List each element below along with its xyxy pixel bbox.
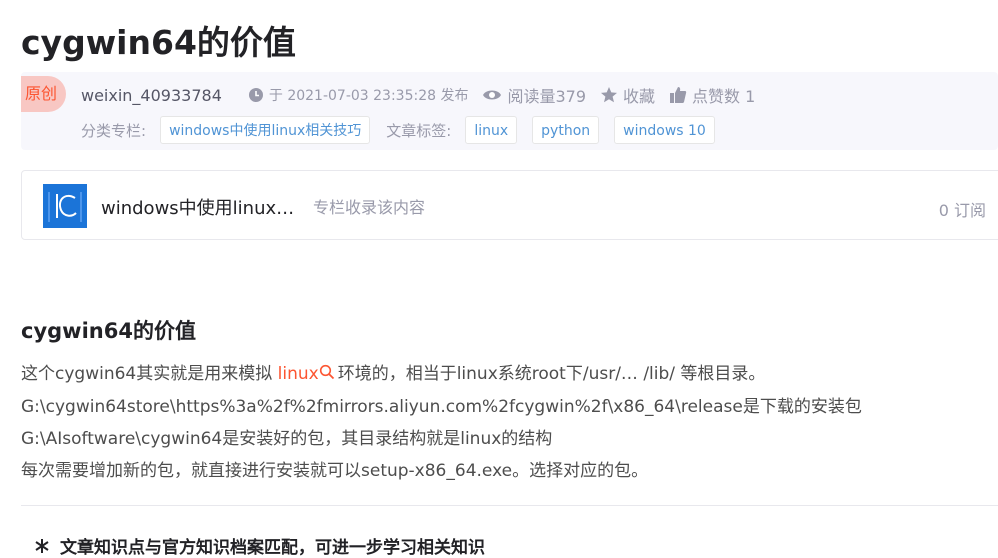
favorite-label: 收藏 [623,87,656,106]
thumb-up-icon [670,87,687,103]
column-subscribers: 0 订阅 [938,201,986,220]
article-title: cygwin64的价值 [21,23,296,62]
knowledge-icon [35,538,49,553]
original-badge: 原创 [21,76,66,112]
tag-linux[interactable]: linux [465,116,518,144]
category-label: 分类专栏: [81,121,147,140]
content-line-1: 这个cygwin64其实就是用来模拟 linux 环境的，相当于linux系统r… [21,359,765,384]
like-count: 点赞数 1 [692,87,756,106]
publish-time-text: 于 2021-07-03 23:35:28 发布 [268,88,469,104]
publish-time: 于 2021-07-03 23:35:28 发布 [248,85,469,105]
like-button[interactable]: 点赞数 1 [669,83,755,107]
eye-icon [483,90,502,100]
article-meta: 原创 weixin_40933784 于 2021-07-03 23:35:28… [21,72,998,150]
line1-suffix: 环境的，相当于linux系统root下/usr/… /lib/ 等根目录。 [337,364,766,384]
author-link[interactable]: weixin_40933784 [81,86,222,105]
star-icon [601,87,618,103]
content-divider [21,505,998,506]
column-name[interactable]: windows中使用linux… [101,194,294,220]
read-count: 阅读量379 [482,83,586,107]
column-logo-icon [43,184,87,228]
content-line-2: G:\cygwin64store\https%3a%2f%2fmirrors.a… [21,397,862,417]
tags-label: 文章标签: [386,121,452,140]
read-count-text: 阅读量379 [507,87,587,106]
favorite-button[interactable]: 收藏 [600,83,655,107]
column-card[interactable]: windows中使用linux… 专栏收录该内容 0 订阅 [21,170,998,240]
meta-info-row: weixin_40933784 于 2021-07-03 23:35:28 发布… [81,83,769,107]
clock-icon [248,88,263,102]
search-icon[interactable] [319,364,335,380]
column-description: 专栏收录该内容 [313,198,426,217]
category-tag[interactable]: windows中使用linux相关技巧 [160,116,371,144]
knowledge-match-banner: 文章知识点与官方知识档案匹配，可进一步学习相关知识 [33,533,485,558]
keyword-link-linux[interactable]: linux [278,364,319,384]
content-heading: cygwin64的价值 [21,319,196,343]
tag-python[interactable]: python [532,116,600,144]
tags-row: 分类专栏: windows中使用linux相关技巧 文章标签: linux py… [81,116,730,144]
tag-windows-10[interactable]: windows 10 [614,116,715,144]
line1-prefix: 这个cygwin64其实就是用来模拟 [21,364,278,384]
knowledge-text: 文章知识点与官方知识档案匹配，可进一步学习相关知识 [60,538,485,558]
content-line-3: G:\AIsoftware\cygwin64是安装好的包，其目录结构就是linu… [21,429,553,449]
column-thumbnail [43,184,87,228]
content-line-4: 每次需要增加新的包，就直接进行安装就可以setup-x86_64.exe。选择对… [21,461,649,481]
